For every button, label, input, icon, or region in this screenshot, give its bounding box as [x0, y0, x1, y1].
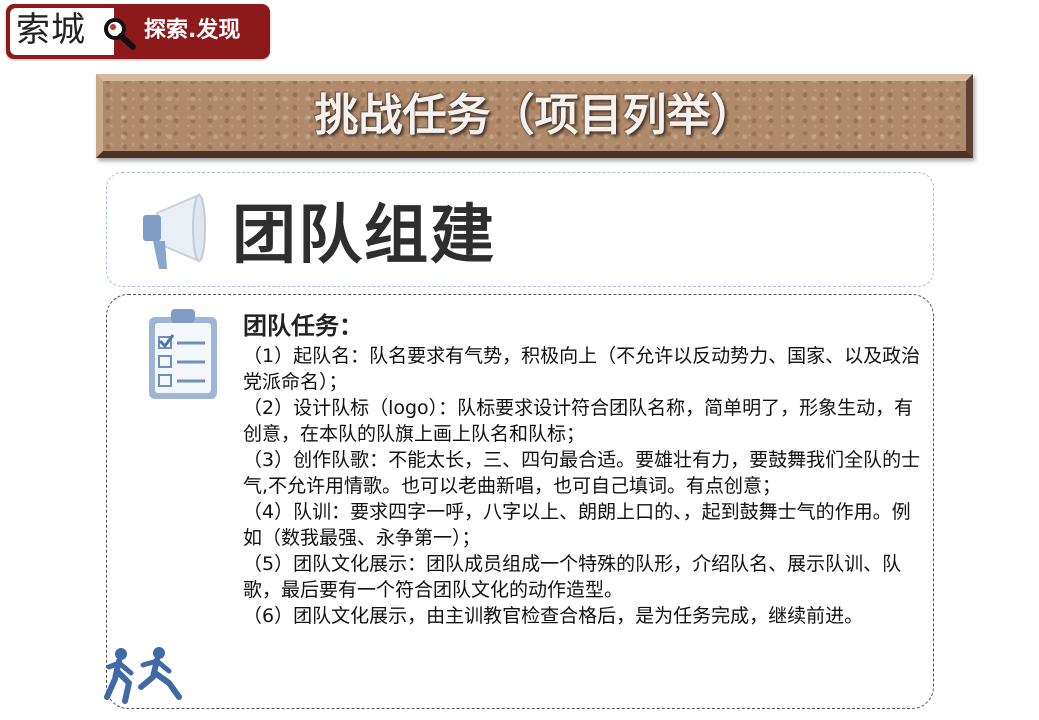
section-header-box: 团队组建 [106, 172, 934, 287]
logo-slogan: 探索.发现 [144, 18, 241, 43]
brand-logo: 索城 探索.发现 [6, 4, 270, 59]
logo-main-text: 索城 [16, 10, 86, 50]
task-item: （2）设计队标（logo）：队标要求设计符合团队名称，简单明了，形象生动，有创意… [243, 397, 914, 445]
clipboard-checklist-icon [147, 307, 219, 405]
task-item: （4）队训：要求四字一呼，八字以上、朗朗上口的、，起到鼓舞士气的作用。例如（数我… [243, 501, 911, 549]
title-banner: 挑战任务（项目列举） [96, 74, 973, 158]
task-content-box: 团队任务： （1）起队名：队名要求有气势，积极向上（不允许以反动势力、国家、以及… [103, 294, 934, 709]
megaphone-icon [137, 191, 217, 277]
task-item: （1）起队名：队名要求有气势，积极向上（不允许以反动势力、国家、以及政治党派命名… [243, 345, 921, 393]
task-item: （5）团队文化展示：团队成员组成一个特殊的队形，介绍队名、展示队训、队歌，最后要… [243, 553, 902, 601]
task-item: （3）创作队歌：不能太长，三、四句最合适。要雄壮有力，要鼓舞我们全队的士气,不允… [243, 449, 921, 497]
task-item: （6）团队文化展示，由主训教官检查合格后，是为任务完成，继续前进。 [243, 605, 864, 627]
magnifier-icon [102, 16, 138, 54]
page-title: 挑战任务（项目列举） [314, 90, 755, 141]
content-heading: 团队任务： [243, 312, 363, 340]
task-list: （1）起队名：队名要求有气势，积极向上（不允许以反动势力、国家、以及政治党派命名… [243, 343, 927, 629]
running-people-icon [103, 647, 187, 709]
section-title: 团队组建 [232, 199, 496, 273]
